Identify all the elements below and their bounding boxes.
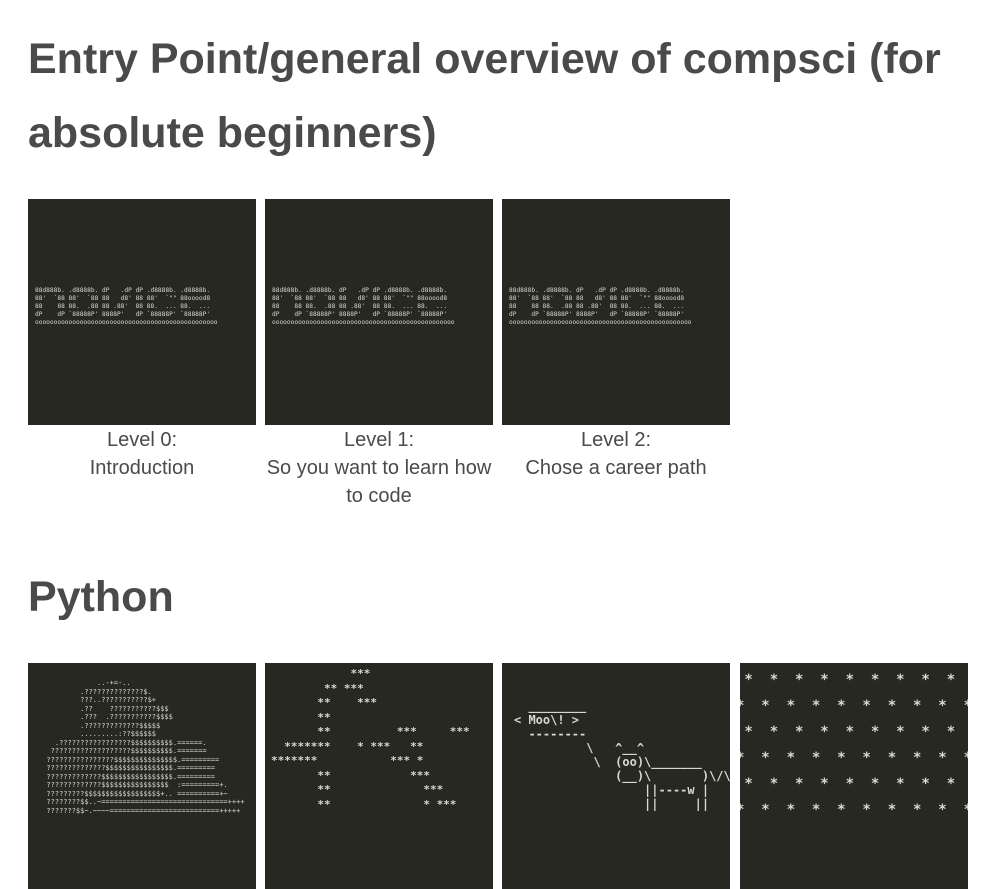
level-2-thumbnail[interactable]: 88d888b. .d8888b. dP .dP dP .d8888b. .d8…	[502, 199, 730, 425]
level-2-caption[interactable]: Level 2: Chose a career path	[502, 425, 730, 482]
novice-ascii-banner: 88d888b. .d8888b. dP .dP dP .d8888b. .d8…	[509, 287, 692, 326]
star-pattern-ascii-art: *** ** *** ** *** ** ** *** *** ******* …	[271, 667, 470, 811]
python-card-4[interactable]: * * * * * * * * * * * * * * * * * * * * …	[740, 663, 968, 889]
level-2-card[interactable]: 88d888b. .d8888b. dP .dP dP .d8888b. .d8…	[502, 199, 730, 482]
level-0-card[interactable]: 88d888b. .d8888b. dP .dP dP .d8888b. .d8…	[28, 199, 256, 482]
asterisk-grid-thumbnail[interactable]: * * * * * * * * * * * * * * * * * * * * …	[740, 663, 968, 889]
level-0-label: Level 0:	[106, 429, 178, 451]
asterisk-grid-ascii-art: * * * * * * * * * * * * * * * * * * * * …	[740, 672, 968, 818]
python-card-3[interactable]: ________ < Moo\! > -------- \ ^__^ \ (oo…	[502, 663, 730, 889]
section-title-entry-point: Entry Point/general overview of compsci …	[28, 35, 941, 157]
level-1-card[interactable]: 88d888b. .d8888b. dP .dP dP .d8888b. .d8…	[265, 199, 493, 510]
level-2-subtitle: Chose a career path	[525, 457, 707, 479]
level-1-thumbnail[interactable]: 88d888b. .d8888b. dP .dP dP .d8888b. .d8…	[265, 199, 493, 425]
level-1-label: Level 1:	[343, 429, 415, 451]
novice-ascii-banner: 88d888b. .d8888b. dP .dP dP .d8888b. .d8…	[272, 287, 455, 326]
python-logo-ascii-art: ..-+=-.. .??????????????$. ???..????????…	[46, 679, 245, 815]
novice-ascii-banner: 88d888b. .d8888b. dP .dP dP .d8888b. .d8…	[35, 287, 218, 326]
level-0-thumbnail[interactable]: 88d888b. .d8888b. dP .dP dP .d8888b. .d8…	[28, 199, 256, 425]
star-pattern-thumbnail[interactable]: *** ** *** ** *** ** ** *** *** ******* …	[265, 663, 493, 889]
level-1-subtitle: So you want to learn how to code	[266, 457, 492, 507]
level-2-label: Level 2:	[580, 429, 652, 451]
cowsay-ascii-art: ________ < Moo\! > -------- \ ^__^ \ (oo…	[514, 699, 730, 811]
level-0-subtitle: Introduction	[89, 457, 195, 479]
section-title-python: Python	[28, 573, 174, 621]
cowsay-thumbnail[interactable]: ________ < Moo\! > -------- \ ^__^ \ (oo…	[502, 663, 730, 889]
python-card-1[interactable]: ..-+=-.. .??????????????$. ???..????????…	[28, 663, 256, 889]
level-0-caption[interactable]: Level 0: Introduction	[28, 425, 256, 482]
level-1-caption[interactable]: Level 1: So you want to learn how to cod…	[265, 425, 493, 510]
python-logo-ascii-thumbnail[interactable]: ..-+=-.. .??????????????$. ???..????????…	[28, 663, 256, 889]
python-card-2[interactable]: *** ** *** ** *** ** ** *** *** ******* …	[265, 663, 493, 889]
